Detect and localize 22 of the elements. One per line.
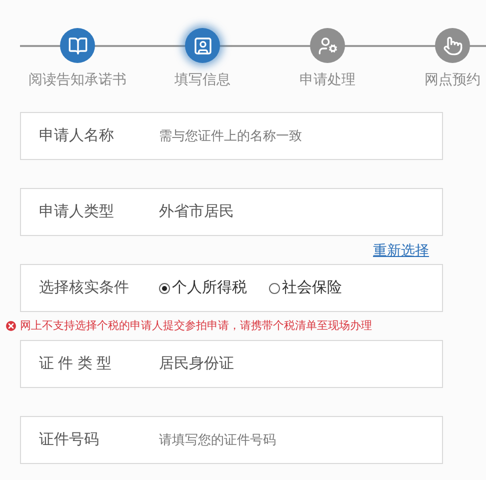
radio-option[interactable]: 个人所得税 <box>159 276 247 300</box>
reselect-link[interactable]: 重新选择 <box>373 240 429 260</box>
field-label: 证 件 类 型 <box>39 354 113 374</box>
field-value: 居民身份证 <box>159 354 234 374</box>
field-value: 外省市居民 <box>159 202 234 222</box>
step-label: 阅读告知承诺书 <box>28 70 126 89</box>
error-message: 网上不支持选择个税的申请人提交参拍申请，请携带个税清单至现场办理 <box>20 318 372 334</box>
step-label: 网点预约 <box>424 70 480 89</box>
step-label: 申请处理 <box>300 70 356 89</box>
field-label: 选择核实条件 <box>39 278 130 298</box>
input-field[interactable]: 需与您证件上的名称一致 <box>159 126 419 146</box>
step-label: 填写信息 <box>174 70 230 89</box>
input-field[interactable]: 请填写您的证件号码 <box>159 430 419 450</box>
tap-hand-icon <box>442 36 462 56</box>
book-icon <box>68 36 88 56</box>
field-label: 证件号码 <box>39 430 100 450</box>
radio-option[interactable]: 社会保险 <box>269 276 342 300</box>
error-icon <box>6 321 16 331</box>
user-gear-icon <box>318 36 338 56</box>
id-card-icon <box>192 36 212 56</box>
field-label: 申请人名称 <box>39 126 115 146</box>
field-label: 申请人类型 <box>39 202 115 222</box>
